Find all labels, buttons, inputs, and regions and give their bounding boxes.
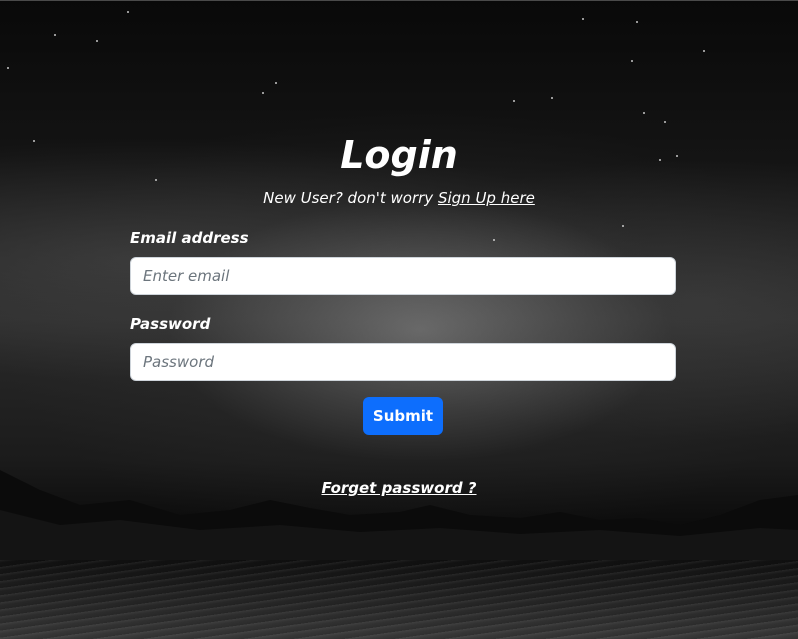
email-field[interactable] bbox=[130, 257, 676, 295]
signup-link[interactable]: Sign Up here bbox=[438, 189, 535, 207]
forgot-password-row: Forget password ? bbox=[0, 478, 798, 497]
password-label: Password bbox=[130, 315, 211, 333]
login-container: Login New User? don't worry Sign Up here… bbox=[0, 0, 798, 639]
signup-prompt: New User? don't worry Sign Up here bbox=[0, 188, 798, 208]
password-field[interactable] bbox=[130, 343, 676, 381]
page-title: Login bbox=[340, 133, 458, 177]
email-label: Email address bbox=[130, 229, 249, 247]
signup-prompt-text: New User? don't worry bbox=[263, 189, 438, 207]
submit-button[interactable]: Submit bbox=[363, 397, 443, 435]
forgot-password-link[interactable]: Forget password ? bbox=[321, 479, 476, 497]
